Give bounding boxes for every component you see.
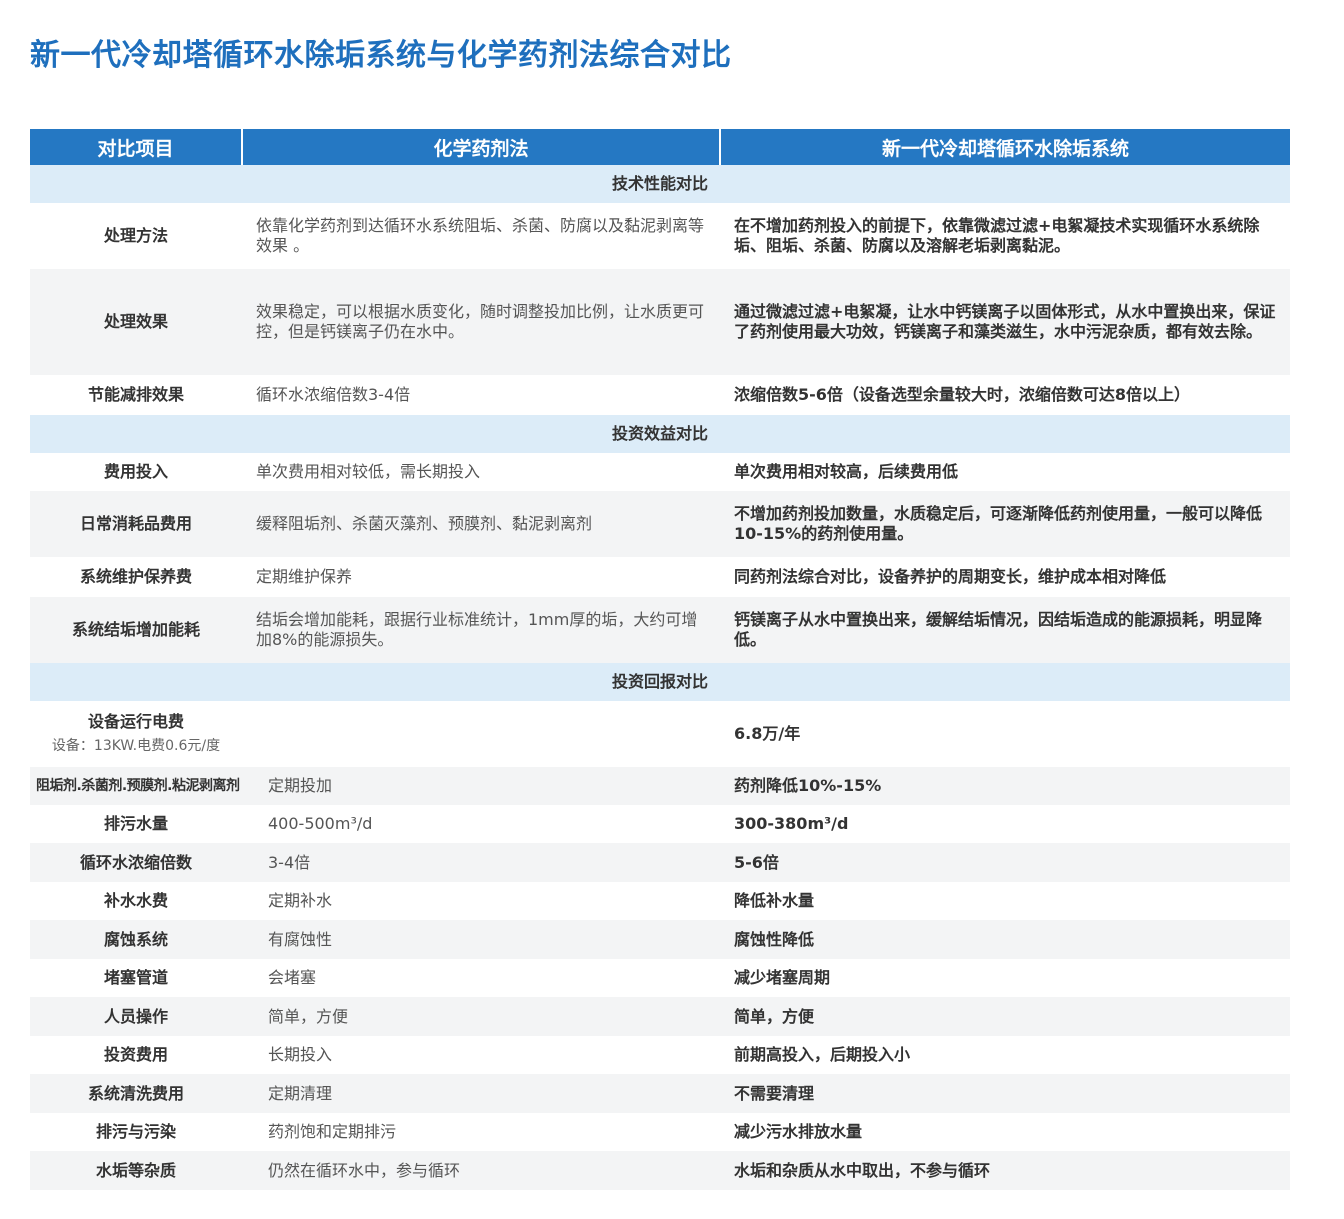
row-chemical: 3-4倍 [242,843,720,882]
row-item-label: 设备运行电费 [87,712,184,731]
row-new-system: 300-380m³/d [734,814,849,833]
row-chemical: 定期投加 [242,767,720,805]
row-chemical: 依靠化学药剂到达循环水系统阻垢、杀菌、防腐以及黏泥剥离等效果 。 [256,216,705,255]
table-row: 处理效果 效果稳定，可以根据水质变化，随时调整投加比例，让水质更可控，但是钙镁离… [30,269,1290,375]
row-chemical: 效果稳定，可以根据水质变化，随时调整投加比例，让水质更可控，但是钙镁离子仍在水中… [242,269,720,375]
row-item: 排污与污染 [95,1122,176,1141]
table-row: 处理方法 依靠化学药剂到达循环水系统阻垢、杀菌、防腐以及黏泥剥离等效果 。 在不… [30,203,1290,269]
row-item: 日常消耗品费用 [30,491,242,557]
row-new-system: 简单，方便 [720,997,1290,1036]
table-row: 排污水量 400-500m³/d 300-380m³/d [30,805,1290,843]
row-new-system: 不需要清理 [720,1074,1290,1113]
table-row: 腐蚀系统 有腐蚀性 腐蚀性降低 [30,920,1290,959]
row-chemical: 药剂饱和定期排污 [268,1122,397,1141]
row-new-system: 降低补水量 [734,891,815,910]
row-chemical: 循环水浓缩倍数3-4倍 [256,385,411,404]
row-item: 人员操作 [30,997,242,1036]
row-item: 循环水浓缩倍数 [30,843,242,882]
row-new-system: 6.8万/年 [734,724,801,743]
row-chemical [242,701,720,767]
section-title: 技术性能对比 [30,165,1290,203]
row-chemical: 简单，方便 [242,997,720,1036]
row-new-system: 单次费用相对较高，后续费用低 [734,462,959,481]
row-item: 补水水费 [103,891,168,910]
row-item: 设备运行电费 设备：13KW.电费0.6元/度 [30,701,242,767]
row-new-system: 浓缩倍数5-6倍（设备选型余量较大时，浓缩倍数可达8倍以上） [734,385,1191,404]
row-chemical: 有腐蚀性 [242,920,720,959]
row-item: 系统清洗费用 [30,1074,242,1113]
table-row: 系统维护保养费 定期维护保养 同药剂法综合对比，设备养护的周期变长，维护成本相对… [30,557,1290,597]
row-item: 排污水量 [103,814,168,833]
row-chemical: 定期清理 [242,1074,720,1113]
row-chemical: 单次费用相对较低，需长期投入 [256,462,481,481]
row-new-system: 同药剂法综合对比，设备养护的周期变长，维护成本相对降低 [734,567,1167,586]
section-row-invest: 投资效益对比 [30,415,1290,453]
row-item: 处理效果 [30,269,242,375]
row-new-system: 水垢和杂质从水中取出，不参与循环 [720,1151,1290,1190]
row-new-system: 5-6倍 [720,843,1290,882]
row-item: 处理方法 [103,226,168,245]
row-chemical: 缓释阻垢剂、杀菌灭藻剂、预膜剂、黏泥剥离剂 [242,491,720,557]
header-chemical: 化学药剂法 [242,129,721,165]
row-item: 系统结垢增加能耗 [30,597,242,663]
row-item-note: 设备：13KW.电费0.6元/度 [51,738,221,754]
row-item: 阻垢剂.杀菌剂.预膜剂.粘泥剥离剂 [30,767,242,805]
table-row: 节能减排效果 循环水浓缩倍数3-4倍 浓缩倍数5-6倍（设备选型余量较大时，浓缩… [30,375,1290,415]
table-row: 排污与污染 药剂饱和定期排污 减少污水排放水量 [30,1113,1290,1151]
table-row: 日常消耗品费用 缓释阻垢剂、杀菌灭藻剂、预膜剂、黏泥剥离剂 不增加药剂投加数量，… [30,491,1290,557]
table-row: 阻垢剂.杀菌剂.预膜剂.粘泥剥离剂 定期投加 药剂降低10%-15% [30,767,1290,805]
table-header-row: 对比项目 化学药剂法 新一代冷却塔循环水除垢系统 [30,129,1290,165]
section-title: 投资效益对比 [30,415,1290,453]
row-new-system: 钙镁离子从水中置换出来，缓解结垢情况，因结垢造成的能源损耗，明显降低。 [720,597,1290,663]
row-new-system: 通过微滤过滤+电絮凝，让水中钙镁离子以固体形式，从水中置换出来，保证了药剂使用最… [720,269,1290,375]
row-new-system: 前期高投入，后期投入小 [734,1045,911,1064]
row-new-system: 药剂降低10%-15% [720,767,1290,805]
row-chemical: 400-500m³/d [268,814,373,833]
row-new-system: 腐蚀性降低 [720,920,1290,959]
row-item: 节能减排效果 [87,385,184,404]
row-new-system: 不增加药剂投加数量，水质稳定后，可逐渐降低药剂使用量，一般可以降低10-15%的… [720,491,1290,557]
section-row-roi: 投资回报对比 [30,663,1290,701]
row-new-system: 减少污水排放水量 [734,1122,863,1141]
row-chemical: 仍然在循环水中，参与循环 [242,1151,720,1190]
table-row: 设备运行电费 设备：13KW.电费0.6元/度 6.8万/年 [30,701,1290,767]
table-row: 水垢等杂质 仍然在循环水中，参与循环 水垢和杂质从水中取出，不参与循环 [30,1151,1290,1190]
table-row: 系统结垢增加能耗 结垢会增加能耗，跟据行业标准统计，1mm厚的垢，大约可增加8%… [30,597,1290,663]
row-item: 费用投入 [103,462,168,481]
row-chemical: 会堵塞 [268,968,317,987]
header-new-system: 新一代冷却塔循环水除垢系统 [720,129,1290,165]
table-row: 循环水浓缩倍数 3-4倍 5-6倍 [30,843,1290,882]
table-row: 投资费用 长期投入 前期高投入，后期投入小 [30,1036,1290,1074]
table-row: 系统清洗费用 定期清理 不需要清理 [30,1074,1290,1113]
table-row: 堵塞管道 会堵塞 减少堵塞周期 [30,959,1290,997]
row-item: 系统维护保养费 [79,567,192,586]
row-new-system: 减少堵塞周期 [734,968,831,987]
table-row: 补水水费 定期补水 降低补水量 [30,882,1290,920]
row-chemical: 定期维护保养 [256,567,353,586]
header-item: 对比项目 [30,129,243,165]
section-title: 投资回报对比 [30,663,1290,701]
page-title: 新一代冷却塔循环水除垢系统与化学药剂法综合对比 [30,38,732,73]
table-row: 费用投入 单次费用相对较低，需长期投入 单次费用相对较高，后续费用低 [30,453,1290,491]
row-item: 水垢等杂质 [30,1151,242,1190]
row-new-system: 在不增加药剂投入的前提下，依靠微滤过滤+电絮凝技术实现循环水系统除垢、阻垢、杀菌… [734,216,1260,255]
comparison-table: 对比项目 化学药剂法 新一代冷却塔循环水除垢系统 技术性能对比 处理方法 依靠化… [30,129,1290,1190]
row-chemical: 结垢会增加能耗，跟据行业标准统计，1mm厚的垢，大约可增加8%的能源损失。 [242,597,720,663]
section-row-tech: 技术性能对比 [30,165,1290,203]
row-chemical: 定期补水 [268,891,333,910]
table-row: 人员操作 简单，方便 简单，方便 [30,997,1290,1036]
row-item: 投资费用 [103,1045,168,1064]
row-item: 腐蚀系统 [30,920,242,959]
row-chemical: 长期投入 [268,1045,333,1064]
row-item: 堵塞管道 [103,968,168,987]
